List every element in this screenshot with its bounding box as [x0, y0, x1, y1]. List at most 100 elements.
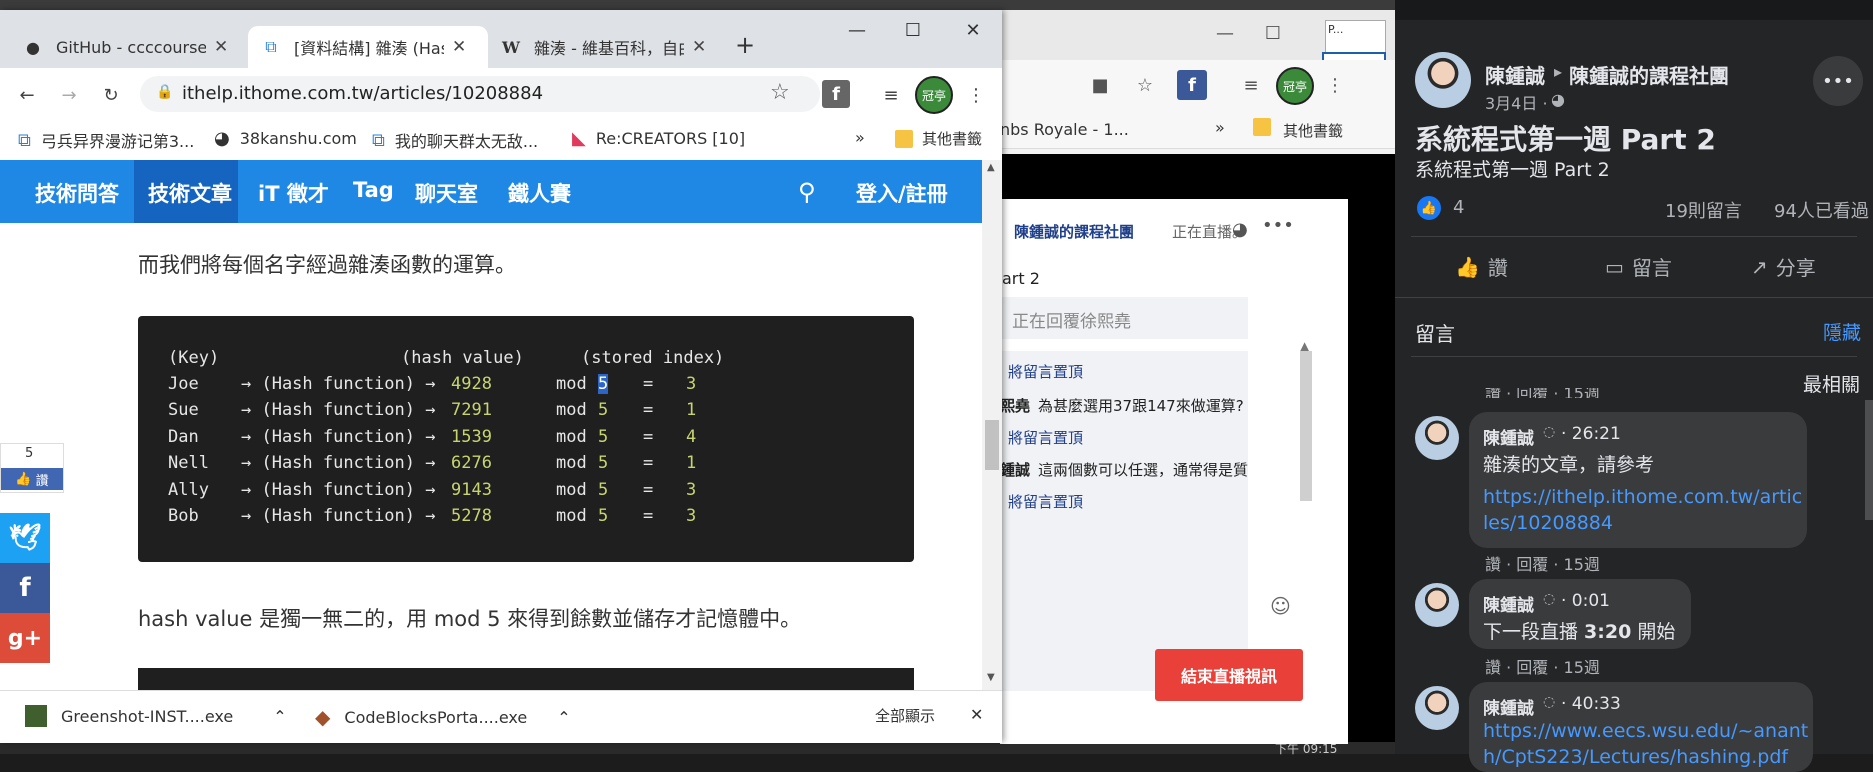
comment-link-line1[interactable]: https://www.eecs.wsu.edu/~anant	[1483, 720, 1808, 742]
more-options-icon[interactable]: •••	[1262, 215, 1294, 236]
nav-item-chat[interactable]: 聊天室	[415, 178, 478, 208]
comment-link-line2[interactable]: les/10208884	[1483, 512, 1613, 534]
minimize-icon[interactable]: —	[842, 18, 872, 42]
camera-icon[interactable]: ■	[1085, 70, 1115, 100]
stream-scrollbar[interactable]	[1300, 351, 1312, 501]
twitter-share-button[interactable]: 🕊	[0, 513, 50, 563]
emoji-icon[interactable]: ☺	[1270, 594, 1291, 618]
comment-timestamp[interactable]: · 0:01	[1561, 591, 1610, 611]
minimize-icon[interactable]: —	[1210, 18, 1240, 48]
login-link[interactable]: 登入/註冊	[856, 178, 948, 208]
close-window-icon[interactable]: ✕	[958, 18, 988, 42]
bookmarks-overflow-icon[interactable]: »	[1215, 118, 1225, 137]
close-tab-icon[interactable]: ✕	[214, 37, 228, 57]
hide-button[interactable]: 隱藏	[1823, 318, 1861, 345]
end-stream-button[interactable]: 結束直播視訊	[1155, 649, 1303, 701]
pin-comment-link[interactable]: 將留言置頂	[1008, 491, 1083, 512]
bookmark-item[interactable]: ◣ Re:CREATORS [10]	[572, 128, 745, 149]
comment-button[interactable]: ▭ 留言	[1605, 252, 1672, 281]
page-scrollbar[interactable]: ▲ ▼	[982, 160, 1002, 690]
like-button[interactable]: 👍 讚	[1455, 252, 1508, 281]
star-icon[interactable]: ☆	[1130, 70, 1160, 100]
playlist-icon[interactable]: ≡	[1236, 70, 1266, 100]
share-button[interactable]: ↗ 分享	[1751, 252, 1816, 281]
scrollbar-thumb[interactable]	[985, 420, 999, 470]
tab-github[interactable]: ● GitHub - ccccourse/ ✕	[0, 26, 250, 68]
google-plus-share-button[interactable]: g+	[0, 613, 50, 663]
nav-item-tag[interactable]: Tag	[353, 178, 394, 202]
menu-dots-icon[interactable]: ⋮	[1325, 70, 1345, 100]
star-icon[interactable]: ☆	[770, 80, 790, 105]
badge-top[interactable]: P...	[1325, 20, 1386, 56]
comment-meta[interactable]: 讚 · 回覆 · 15週	[1485, 551, 1600, 575]
scroll-up-icon[interactable]: ▲	[987, 162, 995, 173]
close-downloads-icon[interactable]: ✕	[970, 705, 983, 724]
facebook-ext-icon[interactable]: f	[822, 80, 850, 108]
back-icon[interactable]: ←	[12, 80, 42, 110]
profile-avatar[interactable]: 冠亭	[915, 76, 953, 114]
comment-author[interactable]: 陳鍾誠	[1483, 694, 1534, 719]
other-bookmarks[interactable]: 其他書籤	[922, 128, 982, 149]
post-date[interactable]: 3月4日 ·	[1485, 90, 1548, 114]
address-bar[interactable]: 🔒 ithelp.ithome.com.tw/articles/10208884…	[140, 76, 820, 112]
comment-link-line1[interactable]: https://ithelp.ithome.com.tw/artic	[1483, 486, 1802, 508]
lock-icon[interactable]: 🔒	[156, 84, 173, 100]
search-icon[interactable]: ⚲	[798, 178, 816, 206]
stream-group-name[interactable]: 陳鍾誠的課程社團	[1014, 221, 1134, 242]
group-name[interactable]: 陳鍾誠的課程社團	[1569, 60, 1729, 89]
bookmark-partial[interactable]: nbs Royale - 1...	[1000, 120, 1129, 139]
close-tab-icon[interactable]: ✕	[692, 37, 706, 57]
comment-count[interactable]: 19則留言	[1665, 197, 1742, 223]
comment-author[interactable]: 陳鍾誠	[1483, 591, 1534, 616]
pin-comment-link[interactable]: 將留言置頂	[1008, 427, 1083, 448]
pin-comment-link[interactable]: 將留言置頂	[1008, 361, 1083, 382]
nav-item-articles[interactable]: 技術文章	[148, 178, 232, 208]
bookmark-item[interactable]: ⧉ 弓兵异界漫游记第3...	[18, 128, 194, 152]
bookmark-item[interactable]: ◕ 38kanshu.com	[214, 128, 357, 149]
profile-avatar[interactable]: 冠亭	[1276, 67, 1314, 105]
chevron-up-icon[interactable]: ⌃	[273, 707, 286, 726]
nav-item-jobs[interactable]: iT 徵才	[258, 178, 329, 208]
like-box[interactable]: 5 👍 讚	[0, 443, 64, 493]
forward-icon[interactable]: →	[54, 80, 84, 110]
comment-author[interactable]: 熙堯	[1000, 395, 1030, 416]
facebook-share-button[interactable]: f	[0, 563, 50, 613]
scroll-down-icon[interactable]: ▼	[987, 672, 995, 683]
bookmark-item[interactable]: ⧉ 我的聊天群太无敌...	[372, 128, 538, 152]
comment-author[interactable]: 鍾誠	[1000, 459, 1030, 480]
menu-dots-icon[interactable]: ⋮	[966, 80, 986, 110]
post-author[interactable]: 陳鍾誠	[1485, 60, 1545, 89]
more-options-button[interactable]: •••	[1813, 56, 1863, 106]
chevron-up-icon[interactable]: ⌃	[557, 708, 570, 727]
nav-item-qa[interactable]: 技術問答	[35, 178, 119, 208]
show-all-downloads[interactable]: 全部顯示	[875, 705, 935, 726]
avatar[interactable]	[1415, 686, 1459, 730]
close-tab-icon[interactable]: ✕	[452, 37, 466, 57]
bookmarks-overflow-icon[interactable]: »	[855, 128, 865, 147]
download-item[interactable]: ◆ CodeBlocksPorta....exe ⌃	[315, 705, 571, 729]
like-button[interactable]: 👍 讚	[1, 468, 63, 490]
comment-author[interactable]: 陳鍾誠	[1483, 424, 1534, 449]
tab-ithome[interactable]: ⧉ [資料結構] 雜湊 (Has ✕	[248, 26, 488, 68]
comment-timestamp[interactable]: · 26:21	[1561, 424, 1621, 444]
other-bookmarks[interactable]: 其他書籤	[1283, 120, 1343, 141]
new-tab-icon[interactable]: +	[730, 30, 760, 60]
panel-scrollbar[interactable]	[1865, 400, 1873, 520]
download-item[interactable]: Greenshot-INST....exe ⌃	[25, 705, 287, 727]
avatar[interactable]	[1415, 416, 1459, 460]
avatar[interactable]	[1415, 583, 1459, 627]
facebook-ext-icon[interactable]: f	[1177, 70, 1207, 100]
comment-meta[interactable]: 讚 · 回覆 · 15週	[1485, 654, 1600, 678]
maximize-icon[interactable]: ☐	[898, 18, 928, 42]
playlist-icon[interactable]: ≡	[876, 80, 906, 110]
nav-item-ironman[interactable]: 鐵人賽	[508, 178, 571, 208]
comment-link-line2[interactable]: h/CptS223/Lectures/hashing.pdf	[1483, 746, 1788, 768]
maximize-icon[interactable]: ☐	[1258, 18, 1288, 48]
url-text[interactable]: ithelp.ithome.com.tw/articles/10208884	[182, 83, 543, 104]
like-reaction-icon[interactable]: 👍	[1417, 196, 1441, 220]
reload-icon[interactable]: ↻	[96, 80, 126, 110]
avatar[interactable]	[1415, 52, 1471, 108]
like-count[interactable]: 4	[1453, 197, 1464, 218]
comment-timestamp[interactable]: · 40:33	[1561, 694, 1621, 714]
tab-wikipedia[interactable]: W 雜湊 - 維基百科，自由 ✕	[478, 26, 718, 68]
